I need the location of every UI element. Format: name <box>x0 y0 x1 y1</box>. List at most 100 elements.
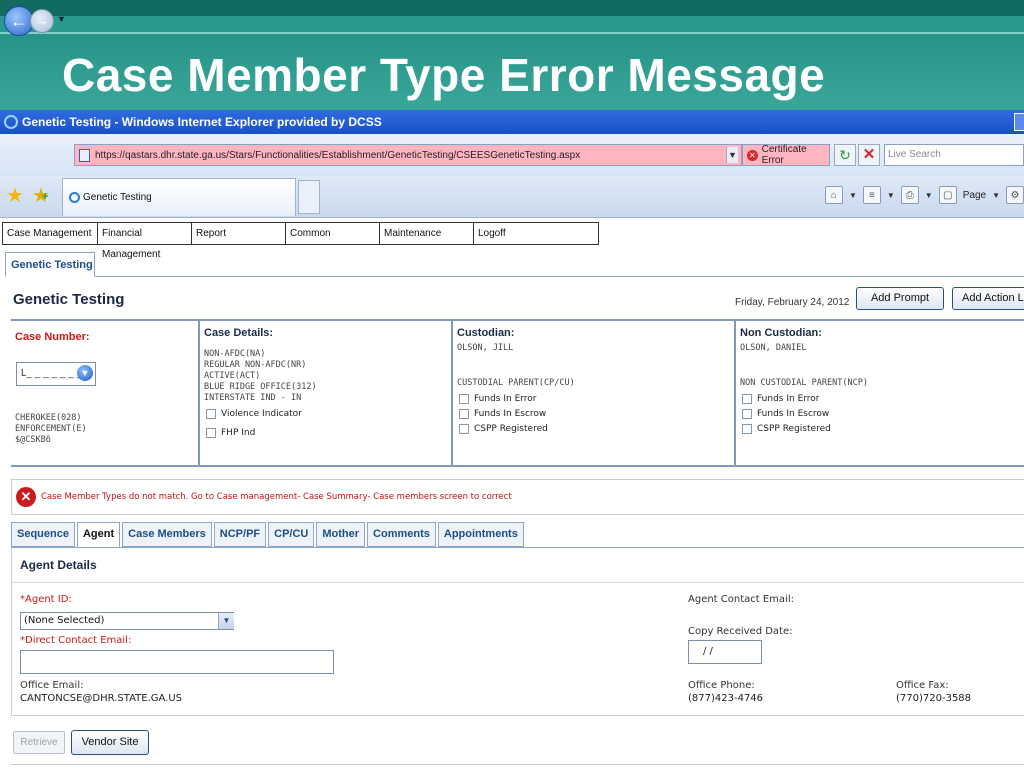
live-search-input[interactable]: Live Search <box>884 144 1024 166</box>
copy-received-date-label: Copy Received Date: <box>688 626 793 637</box>
forward-button[interactable]: → <box>30 9 54 33</box>
agent-divider <box>12 582 1024 583</box>
tab-case-members[interactable]: Case Members <box>122 522 212 547</box>
nc-funds-escrow-checkbox[interactable] <box>742 409 752 419</box>
tab-agent[interactable]: Agent <box>76 522 121 548</box>
cust-funds-escrow-checkbox[interactable] <box>459 409 469 419</box>
tab-sequence[interactable]: Sequence <box>11 522 75 547</box>
certificate-error-button[interactable]: ✕ Certificate Error <box>742 144 830 166</box>
nc-funds-error-checkbox[interactable] <box>742 394 752 404</box>
cust-funds-escrow-row[interactable]: Funds In Escrow <box>459 409 734 419</box>
case-number-column: Case Number: L_ _ _ _ _ _ _ ▼ CHEROKEE(0… <box>11 321 200 465</box>
address-bar[interactable]: https://qastars.dhr.state.ga.us/Stars/Fu… <box>74 144 742 166</box>
cust-cspp-row[interactable]: CSPP Registered <box>459 424 734 434</box>
current-date: Friday, February 24, 2012 <box>735 297 850 308</box>
case-number-label: Case Number: <box>15 331 90 343</box>
violence-checkbox[interactable] <box>206 409 216 419</box>
tools-gear-icon[interactable]: ⚙ <box>1006 186 1024 204</box>
error-message-bar: ✕ Case Member Types do not match. Go to … <box>11 479 1024 515</box>
feeds-icon[interactable]: ≡ <box>862 186 881 204</box>
tab-genetic-testing[interactable]: Genetic Testing <box>5 252 95 277</box>
command-bar: ⌂ ▼ ≡ ▼ ⎙ ▼ ▢ Page ▼ ⚙ <box>824 182 1024 208</box>
nc-cspp-row[interactable]: CSPP Registered <box>742 424 1024 434</box>
cust-cspp-checkbox[interactable] <box>459 424 469 434</box>
office-email-label: Office Email: <box>20 680 84 691</box>
case-detail: ACTIVE(ACT) <box>204 371 261 381</box>
page-menu[interactable]: Page <box>963 190 986 201</box>
print-icon[interactable]: ⎙ <box>900 186 919 204</box>
stop-icon[interactable]: ✕ <box>858 144 880 166</box>
non-custodian-name: OLSON, DANIEL <box>740 343 807 353</box>
browser-tab[interactable]: Genetic Testing <box>62 178 296 216</box>
case-county: CHEROKEE(028) <box>15 413 82 423</box>
add-prompt-button[interactable]: Add Prompt <box>856 287 944 310</box>
non-custodian-label: Non Custodian: <box>740 327 822 339</box>
violence-indicator-row[interactable]: Violence Indicator <box>206 409 451 419</box>
tab-appointments[interactable]: Appointments <box>437 522 524 547</box>
non-custodian-role: NON CUSTODIAL PARENT(NCP) <box>740 378 868 388</box>
menu-maintenance[interactable]: Maintenance <box>380 223 474 244</box>
custodian-name: OLSON, JILL <box>457 343 514 353</box>
error-icon: ✕ <box>16 487 36 507</box>
agent-details-panel: Agent Details *Agent ID: (None Selected)… <box>11 548 1024 716</box>
case-summary-panel: Case Number: L_ _ _ _ _ _ _ ▼ CHEROKEE(0… <box>11 319 1024 467</box>
menu-case-management[interactable]: Case Management <box>3 223 98 244</box>
menu-report[interactable]: Report <box>192 223 286 244</box>
agent-contact-email-label: Agent Contact Email: <box>688 594 794 605</box>
cust-funds-error-row[interactable]: Funds In Error <box>459 394 734 404</box>
office-email-value: CANTONCSE@DHR.STATE.GA.US <box>20 693 183 704</box>
office-phone-value: (877)423-4746 <box>688 693 764 704</box>
vendor-site-button[interactable]: Vendor Site <box>71 730 149 755</box>
case-detail: REGULAR NON-AFDC(NR) <box>204 360 307 370</box>
case-details-label: Case Details: <box>204 327 274 339</box>
fhp-ind-row[interactable]: FHP Ind <box>206 428 451 438</box>
minimize-icon[interactable] <box>1014 113 1024 131</box>
add-favorite-icon[interactable]: ★ + <box>32 183 50 208</box>
page-menu-icon[interactable]: ▢ <box>938 186 957 204</box>
direct-email-label: *Direct Contact Email: <box>20 635 132 646</box>
add-action-log-button[interactable]: Add Action Lo <box>952 287 1024 310</box>
tab-divider <box>95 276 1024 277</box>
chevron-down-icon[interactable]: ▼ <box>218 613 234 629</box>
menu-common[interactable]: Common <box>286 223 380 244</box>
non-custodian-column: Non Custodian: OLSON, DANIEL NON CUSTODI… <box>736 321 1024 465</box>
tab-comments[interactable]: Comments <box>367 522 436 547</box>
main-menu: Case Management Financial Management Rep… <box>2 222 599 260</box>
favorites-star-icon[interactable]: ★ <box>6 183 24 208</box>
address-dropdown-icon[interactable]: ▼ <box>726 147 738 163</box>
history-dropdown-icon[interactable]: ▼ <box>57 14 66 24</box>
retrieve-button[interactable]: Retrieve <box>13 731 65 754</box>
copy-received-date-input[interactable]: / / <box>688 640 762 664</box>
new-tab-button[interactable] <box>298 180 320 214</box>
case-detail: NON-AFDC(NA) <box>204 349 266 359</box>
page-icon <box>79 148 90 162</box>
case-detail: INTERSTATE IND - IN <box>204 393 302 403</box>
menu-logoff[interactable]: Logoff <box>474 223 598 244</box>
ie-tab-icon <box>69 192 80 203</box>
app-content: Case Management Financial Management Rep… <box>0 219 1024 768</box>
tab-ncp-pf[interactable]: NCP/PF <box>213 522 267 547</box>
menu-financial-management[interactable]: Financial Management <box>98 223 192 260</box>
tab-cp-cu[interactable]: CP/CU <box>268 522 315 547</box>
case-type: ENFORCEMENT(E) <box>15 424 87 434</box>
fhp-checkbox[interactable] <box>206 428 216 438</box>
direct-email-input[interactable] <box>20 650 334 674</box>
bottom-divider <box>11 764 1024 765</box>
nc-funds-escrow-row[interactable]: Funds In Escrow <box>742 409 1024 419</box>
agent-id-select[interactable]: (None Selected) <box>20 612 234 630</box>
case-code: $@CSKB6 <box>15 435 51 445</box>
office-phone-label: Office Phone: <box>688 680 755 691</box>
cust-funds-error-checkbox[interactable] <box>459 394 469 404</box>
refresh-icon[interactable]: ↻ <box>834 144 856 166</box>
ie-logo-icon <box>4 115 18 129</box>
nc-cspp-checkbox[interactable] <box>742 424 752 434</box>
slide-title: Case Member Type Error Message <box>62 49 826 101</box>
url-text: https://qastars.dhr.state.ga.us/Stars/Fu… <box>95 149 581 161</box>
tab-mother[interactable]: Mother <box>316 522 366 547</box>
case-number-lookup-icon[interactable]: ▼ <box>77 365 93 381</box>
window-title: Genetic Testing - Windows Internet Explo… <box>22 115 382 129</box>
custodian-column: Custodian: OLSON, JILL CUSTODIAL PARENT(… <box>453 321 736 465</box>
agent-id-label: *Agent ID: <box>20 594 72 605</box>
nc-funds-error-row[interactable]: Funds In Error <box>742 394 1024 404</box>
home-icon[interactable]: ⌂ <box>824 186 843 204</box>
